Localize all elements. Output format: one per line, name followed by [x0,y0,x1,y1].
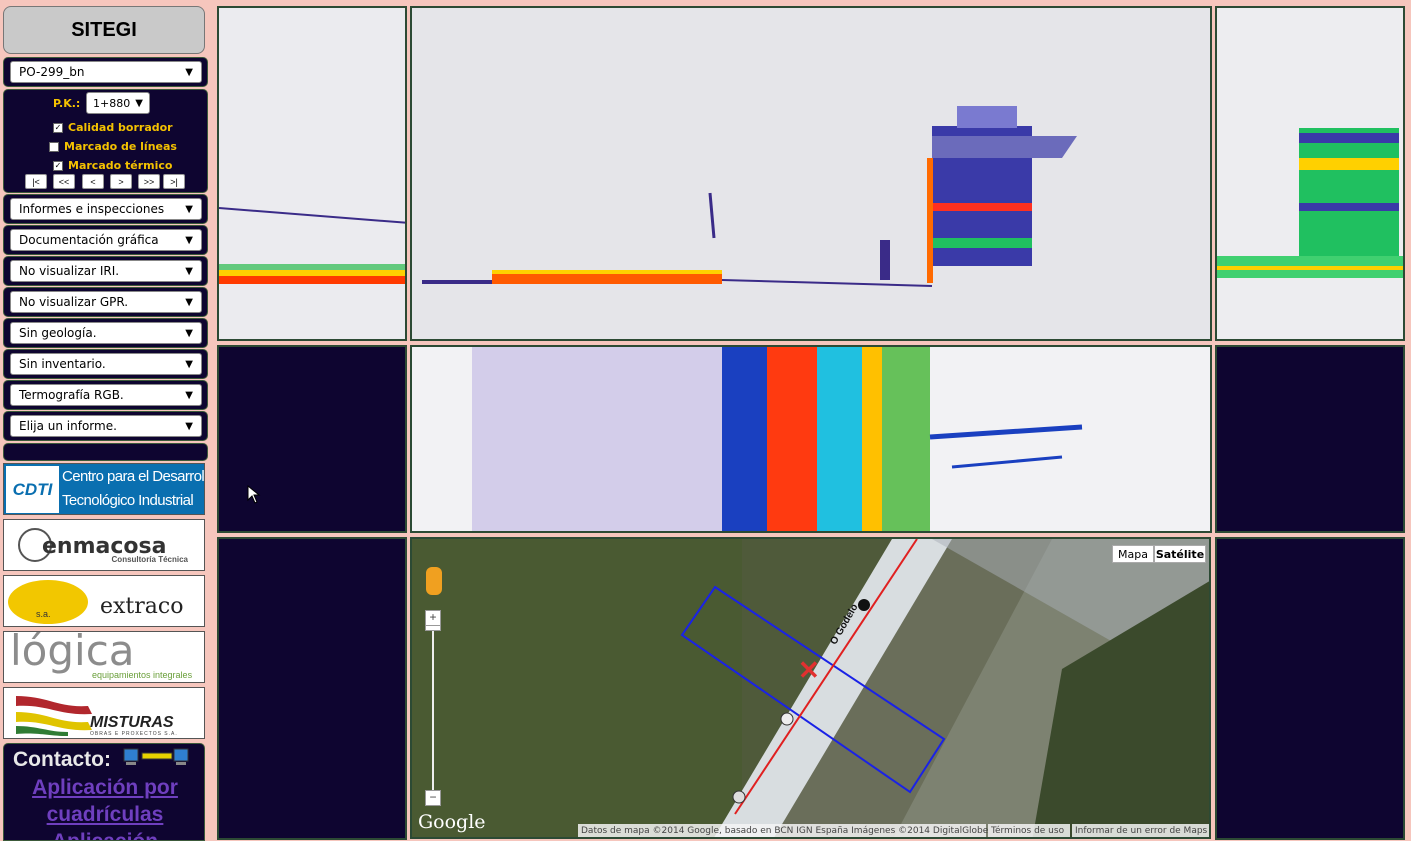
logica-sub: equipamientos integrales [92,670,193,680]
inventario-select[interactable]: Sin inventario. ▼ [10,353,202,375]
pk-select[interactable]: 1+880 ▼ [86,92,150,114]
pk-value: 1+880 [93,96,131,110]
select-value: Informes e inspecciones [19,202,165,216]
extraco-name: extraco [100,594,184,619]
nav-back-fast-button[interactable]: << [53,174,75,189]
grid-app-link[interactable]: Aplicación por cuadrículas [4,774,204,828]
grid-app-link-line1: Aplicación por [32,776,178,799]
documentacion-select[interactable]: Documentación gráfica ▼ [10,229,202,251]
enmacosa-sub: Consultoría Técnica [111,555,188,564]
empty-panel-right-row2 [1215,345,1405,533]
thermal-scan-center-image [412,8,1210,339]
satellite-map[interactable]: O Godelo ✕ + − Mapa Satélite Google Dato… [410,537,1211,839]
zoom-in-button[interactable]: + [425,610,441,626]
road-select[interactable]: PO-299_bn ▼ [10,61,202,83]
chevron-down-icon: ▼ [185,389,193,401]
select-value: No visualizar GPR. [19,295,129,309]
nav-first-button[interactable]: |< [25,174,47,189]
checkbox-checked-icon: ✓ [53,122,63,133]
nav-forward-button[interactable]: > [110,174,132,189]
mouse-cursor-icon [247,485,261,504]
thermal-wall-image [412,347,1210,531]
chevron-down-icon: ▼ [135,97,143,109]
pegman-icon[interactable] [426,567,442,595]
cdti-line2: Tecnológico Industrial [62,492,194,509]
grid-app-link-line2: cuadrículas [46,803,164,826]
empty-panel-right-row3 [1215,537,1405,840]
misturas-name: MISTURAS [90,714,174,731]
app-title: SITEGI [3,6,205,54]
cdti-logo[interactable]: CDTI Centro para el Desarrollo Tecnológi… [3,463,205,515]
enmacosa-logo[interactable]: enmacosa Consultoría Técnica [3,519,205,571]
misturas-logo[interactable]: MISTURAS OBRAS E PROXECTOS S.A. [3,687,205,739]
empty-box [3,443,208,461]
chevron-down-icon: ▼ [185,66,193,78]
cdti-line1: Centro para el Desarrollo [62,468,205,485]
checkbox-marcado-termico[interactable]: ✓ Marcado térmico [53,159,172,172]
zoom-out-button[interactable]: − [425,790,441,806]
misturas-sub: OBRAS E PROXECTOS S.A. [90,731,178,737]
map-report-link[interactable]: Informar de un error de Maps [1072,824,1209,837]
road-select-value: PO-299_bn [19,65,85,79]
chevron-down-icon: ▼ [185,265,193,277]
map-attribution: Datos de mapa ©2014 Google, basado en BC… [578,824,988,837]
satellite-imagery [412,539,1209,837]
checkbox-label: Marcado de líneas [64,140,177,153]
contact-box: Contacto: Aplicación por cuadrículas Apl… [3,743,205,841]
empty-panel-left-row2 [217,345,407,533]
informe-select[interactable]: Elija un informe. ▼ [10,415,202,437]
app-link[interactable]: Aplicación [4,828,204,840]
iri-select[interactable]: No visualizar IRI. ▼ [10,260,202,282]
thermal-image-wall[interactable] [410,345,1212,533]
select-value: No visualizar IRI. [19,264,120,278]
map-terms-link[interactable]: Términos de uso [988,824,1070,837]
delete-marker-icon[interactable]: ✕ [798,655,820,686]
checkbox-marcado-lineas[interactable]: Marcado de líneas [49,140,177,153]
google-logo: Google [418,811,486,833]
chevron-down-icon: ▼ [185,420,193,432]
checkbox-label: Marcado térmico [68,159,173,172]
chevron-down-icon: ▼ [185,358,193,370]
extraco-sa: s.a. [36,609,51,619]
thermal-scan-left-image [219,8,405,339]
contact-title: Contacto: [13,748,111,771]
cdti-mark: CDTI [6,466,59,513]
checkbox-unchecked-icon [49,141,59,152]
app-link-line1: Aplicación [4,828,204,840]
logica-name: lógica [10,631,135,675]
thermal-image-left[interactable] [217,6,407,341]
geologia-select[interactable]: Sin geología. ▼ [10,322,202,344]
misturas-mark-icon [16,696,92,736]
zoom-slider-track[interactable] [432,627,434,792]
nav-forward-fast-button[interactable]: >> [138,174,160,189]
extraco-logo[interactable]: s.a. extraco [3,575,205,627]
thermal-image-right[interactable] [1215,6,1405,341]
gpr-select[interactable]: No visualizar GPR. ▼ [10,291,202,313]
select-value: Sin geología. [19,326,97,340]
select-value: Elija un informe. [19,419,117,433]
select-value: Documentación gráfica [19,233,159,247]
zoom-slider-handle[interactable] [425,625,441,631]
thermal-image-center[interactable] [410,6,1212,341]
chevron-down-icon: ▼ [185,327,193,339]
checkbox-label: Calidad borrador [68,121,173,134]
computers-icon [123,748,189,765]
informes-select[interactable]: Informes e inspecciones ▼ [10,198,202,220]
select-value: Sin inventario. [19,357,106,371]
empty-panel-left-row3 [217,537,407,840]
nav-last-button[interactable]: >| [163,174,185,189]
thermal-scan-right-image [1217,8,1403,339]
checkbox-calidad-borrador[interactable]: ✓ Calidad borrador [53,121,173,134]
chevron-down-icon: ▼ [185,203,193,215]
map-type-map-button[interactable]: Mapa [1112,545,1154,563]
termografia-select[interactable]: Termografía RGB. ▼ [10,384,202,406]
chevron-down-icon: ▼ [185,234,193,246]
chevron-down-icon: ▼ [185,296,193,308]
select-value: Termografía RGB. [19,388,124,402]
nav-back-button[interactable]: < [82,174,104,189]
logica-logo[interactable]: lógica equipamientos integrales [3,631,205,683]
checkbox-checked-icon: ✓ [53,160,63,171]
map-type-satellite-button[interactable]: Satélite [1154,545,1206,563]
pk-label: P.K.: [53,97,81,110]
